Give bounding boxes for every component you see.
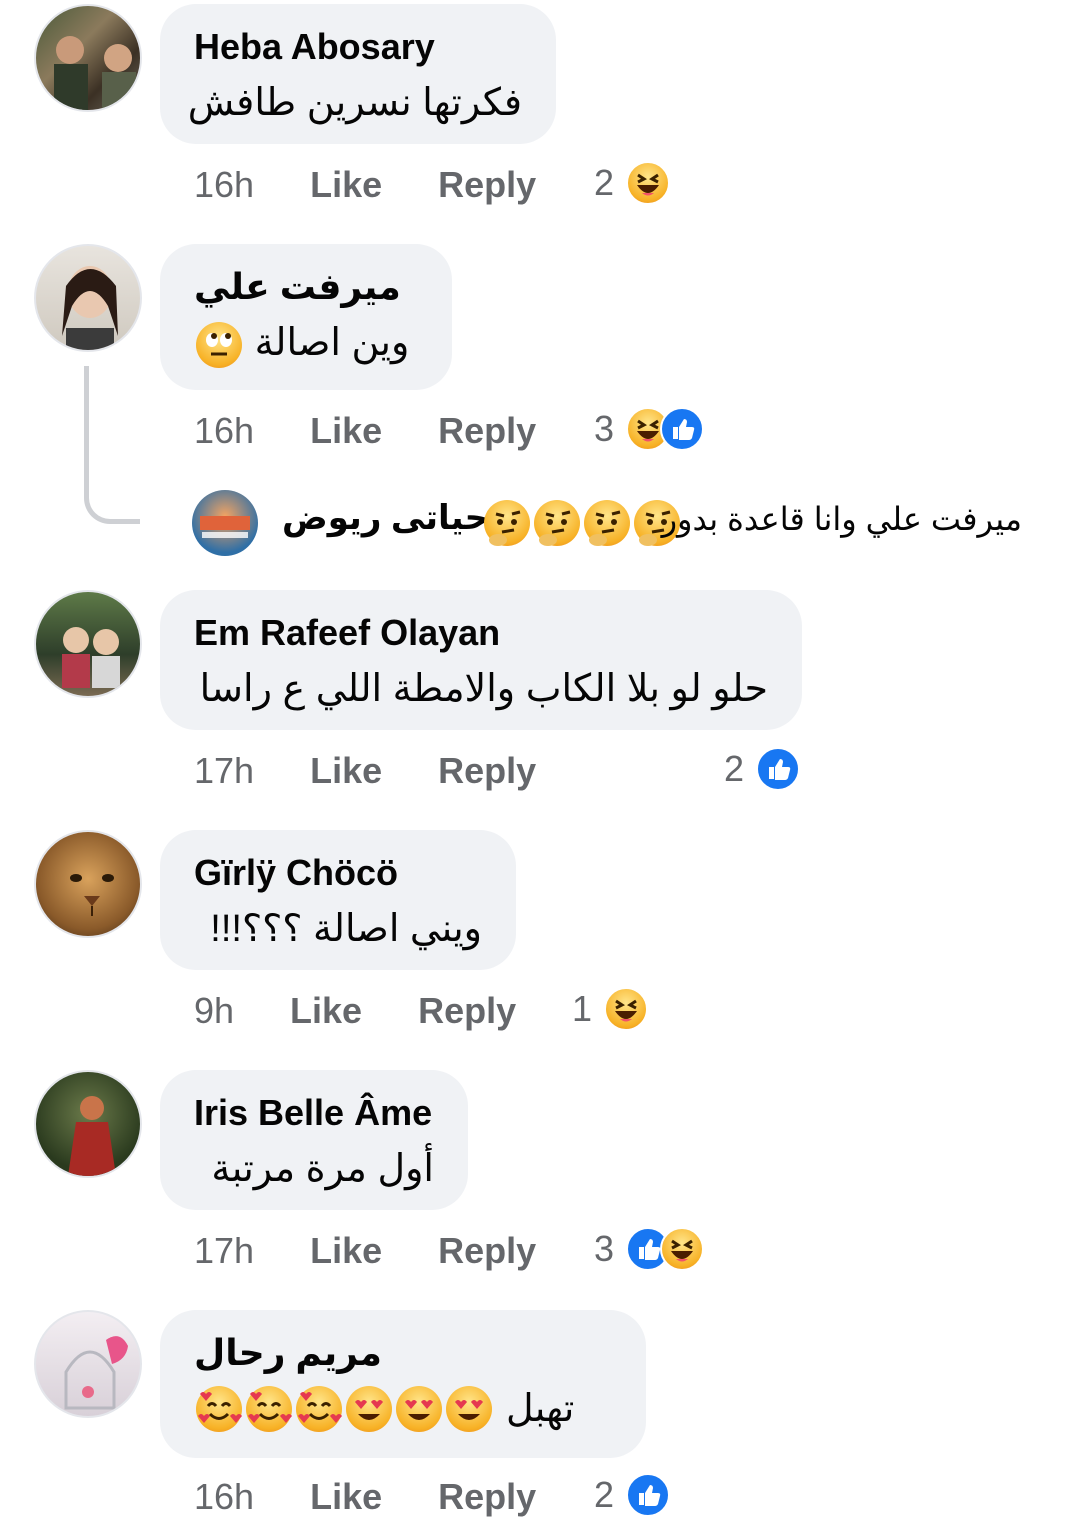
- comment-author[interactable]: مريم رحال: [194, 1330, 612, 1376]
- comment-time[interactable]: 16h: [194, 164, 254, 206]
- haha-icon: [660, 1227, 705, 1271]
- comment-actions: 16h Like Reply: [194, 160, 536, 210]
- avatar[interactable]: [34, 1070, 142, 1178]
- avatar[interactable]: [34, 1310, 142, 1418]
- comment-actions: 16h Like Reply: [194, 1472, 536, 1522]
- reply-button[interactable]: Reply: [438, 164, 536, 206]
- comment-time[interactable]: 17h: [194, 750, 254, 792]
- comment-text: حلو لو بلا الكاب والامطة اللي ع راسا: [199, 668, 768, 710]
- reaction-summary[interactable]: 3: [594, 404, 705, 454]
- smiling-hearts-emoji: [246, 1386, 292, 1432]
- reaction-summary[interactable]: 2: [724, 744, 801, 794]
- comment-actions: 17h Like Reply: [194, 746, 536, 796]
- reaction-summary[interactable]: 2: [594, 158, 671, 208]
- heart-eyes-emoji: [346, 1386, 392, 1432]
- like-icon: [660, 407, 705, 451]
- reply-button[interactable]: Reply: [438, 410, 536, 452]
- like-button[interactable]: Like: [310, 1476, 382, 1518]
- reaction-count: 3: [594, 1228, 615, 1269]
- comment-author[interactable]: ميرفت علي: [194, 264, 418, 310]
- avatar[interactable]: [34, 244, 142, 352]
- comment-time[interactable]: 17h: [194, 1230, 254, 1272]
- comment-text: تهبل: [506, 1388, 575, 1430]
- reply-text: ميرفت علي وانا قاعدة بدور: [661, 501, 1022, 537]
- like-button[interactable]: Like: [310, 1230, 382, 1272]
- reply-button[interactable]: Reply: [418, 990, 516, 1032]
- comment-bubble: Iris Belle Âme أول مرة مرتبة: [160, 1070, 468, 1210]
- reaction-count: 3: [594, 408, 615, 449]
- comment-bubble: ميرفت علي وين اصالة: [160, 244, 452, 390]
- like-button[interactable]: Like: [290, 990, 362, 1032]
- reply-preview[interactable]: حياتى ريوض ميرفت علي وانا قاعدة بدور: [192, 490, 1052, 558]
- comment-time[interactable]: 9h: [194, 990, 234, 1032]
- thinking-emoji: [484, 500, 530, 546]
- like-icon: [756, 747, 801, 791]
- comment-text-row: وين اصالة: [194, 316, 418, 370]
- reply-button[interactable]: Reply: [438, 1230, 536, 1272]
- comment-author[interactable]: Heba Abosary: [194, 24, 522, 70]
- reply-author[interactable]: حياتى ريوض: [282, 498, 489, 538]
- comment-bubble: Heba Abosary فكرتها نسرين طافش: [160, 4, 556, 144]
- comment-actions: 17h Like Reply: [194, 1226, 536, 1276]
- haha-icon: [626, 161, 671, 205]
- avatar[interactable]: [34, 830, 142, 938]
- comment-text: أول مرة مرتبة: [211, 1148, 434, 1190]
- avatar[interactable]: [34, 4, 142, 112]
- reply-button[interactable]: Reply: [438, 750, 536, 792]
- comment-text: وين اصالة: [254, 322, 410, 364]
- comment-actions: 9h Like Reply: [194, 986, 516, 1036]
- comment-bubble: مريم رحال تهبل: [160, 1310, 646, 1458]
- heart-eyes-emoji: [396, 1386, 442, 1432]
- comment-author[interactable]: Gïrlÿ Chöcö: [194, 850, 482, 896]
- heart-eyes-emoji: [446, 1386, 492, 1432]
- comment-author[interactable]: Iris Belle Âme: [194, 1090, 434, 1136]
- reply-avatar[interactable]: [192, 490, 258, 556]
- thread-connector: [84, 366, 140, 524]
- reply-button[interactable]: Reply: [438, 1476, 536, 1518]
- avatar[interactable]: [34, 590, 142, 698]
- reaction-count: 2: [594, 1474, 615, 1515]
- thinking-emoji: [584, 500, 630, 546]
- haha-icon: [604, 987, 649, 1031]
- reaction-summary[interactable]: 2: [594, 1470, 671, 1520]
- like-button[interactable]: Like: [310, 410, 382, 452]
- reaction-count: 2: [594, 162, 615, 203]
- comment-text-row: تهبل: [194, 1382, 612, 1436]
- comment-time[interactable]: 16h: [194, 1476, 254, 1518]
- comment-author[interactable]: Em Rafeef Olayan: [194, 610, 768, 656]
- reaction-count: 2: [724, 748, 745, 789]
- like-button[interactable]: Like: [310, 750, 382, 792]
- like-icon: [626, 1473, 671, 1517]
- reaction-summary[interactable]: 1: [572, 984, 649, 1034]
- comment-bubble: Gïrlÿ Chöcö ويني اصالة ؟؟؟!!!: [160, 830, 516, 970]
- thinking-emoji: [534, 500, 580, 546]
- reply-emoji-group: [482, 500, 682, 546]
- comment-actions: 16h Like Reply: [194, 406, 536, 456]
- like-button[interactable]: Like: [310, 164, 382, 206]
- reaction-count: 1: [572, 988, 593, 1029]
- rolling-eyes-emoji: [196, 321, 242, 368]
- comment-text: فكرتها نسرين طافش: [187, 82, 522, 124]
- smiling-hearts-emoji: [196, 1386, 242, 1432]
- smiling-hearts-emoji: [296, 1386, 342, 1432]
- comment-bubble: Em Rafeef Olayan حلو لو بلا الكاب والامط…: [160, 590, 802, 730]
- comment-time[interactable]: 16h: [194, 410, 254, 452]
- comment-text: ويني اصالة ؟؟؟!!!: [210, 908, 482, 950]
- reaction-summary[interactable]: 3: [594, 1224, 705, 1274]
